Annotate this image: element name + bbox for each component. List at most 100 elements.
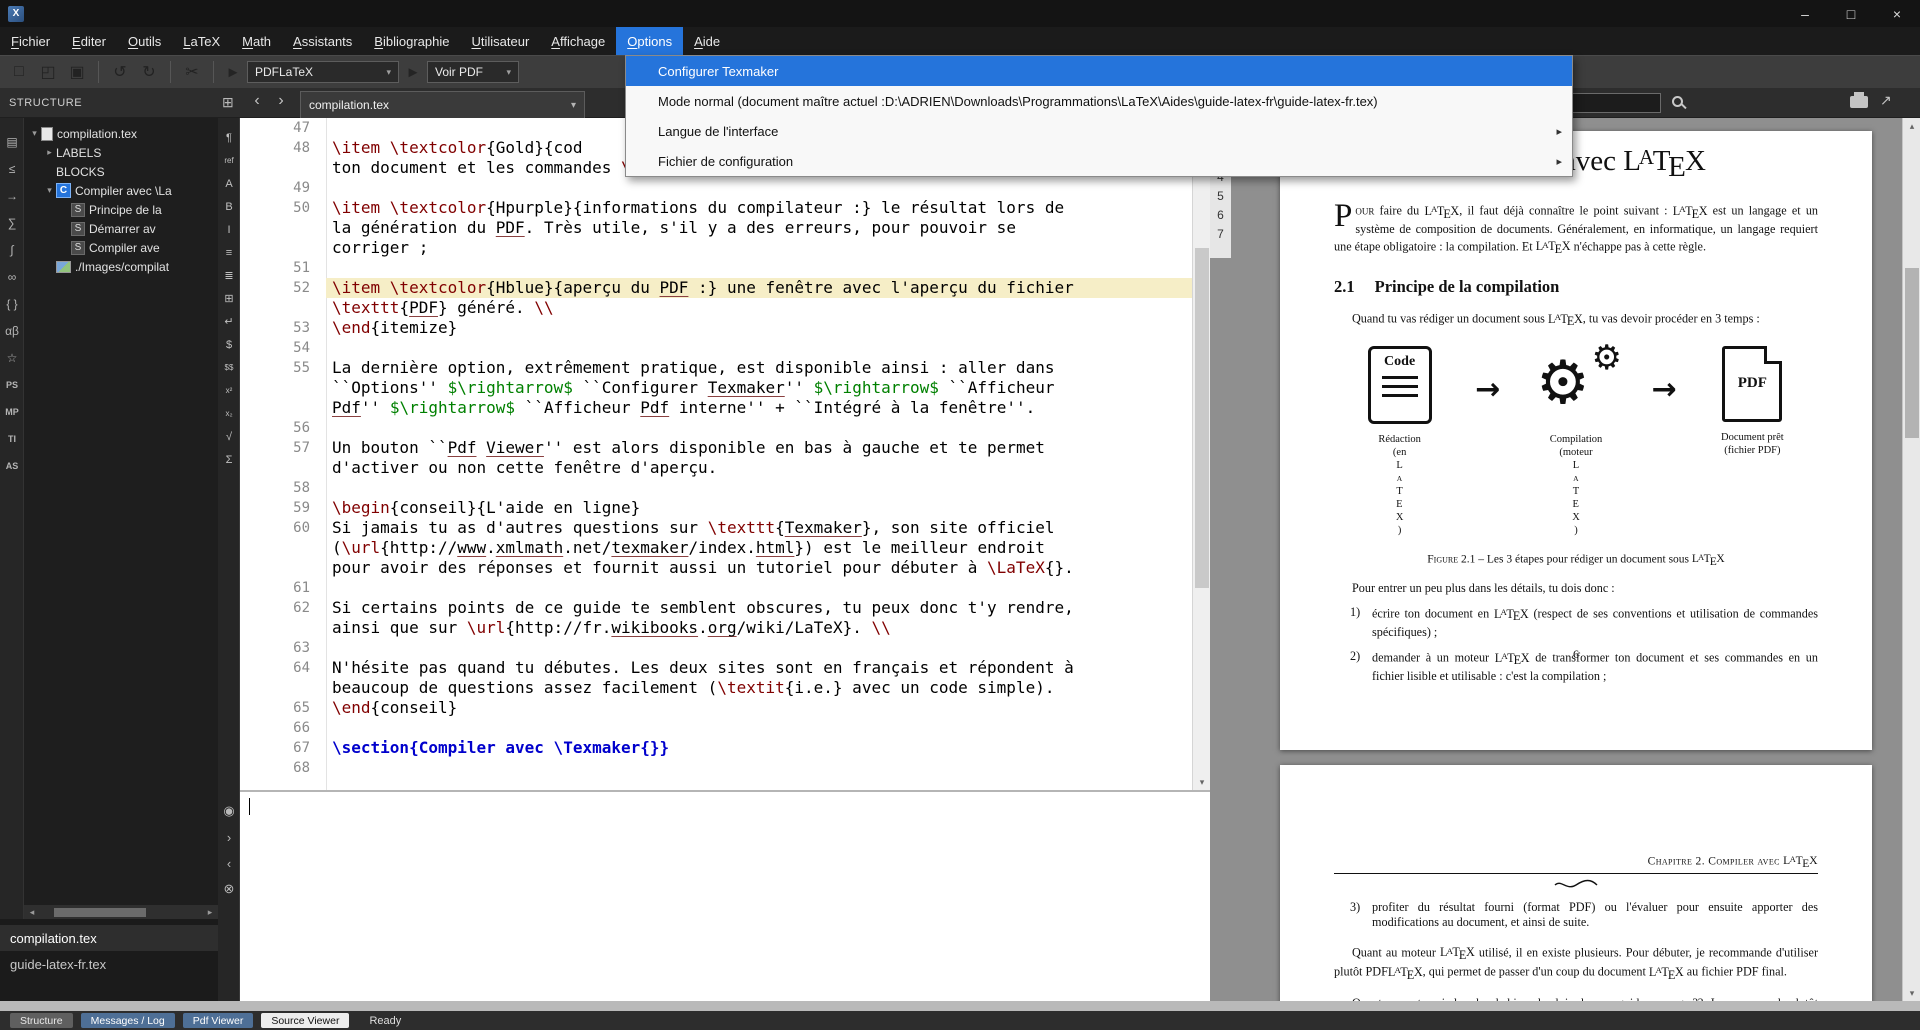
delimiters-icon[interactable]: { } xyxy=(0,290,24,317)
scroll-right-icon[interactable]: ▸ xyxy=(202,907,218,918)
close-log-icon[interactable]: ⊗ xyxy=(218,876,240,902)
integral-symbols-icon[interactable]: ∫ xyxy=(0,236,24,263)
ref-icon[interactable]: ref xyxy=(218,149,240,172)
menu-item-utilisateur[interactable]: Utilisateur xyxy=(460,27,540,55)
editor-line[interactable]: 63 xyxy=(240,638,1192,658)
editor-line[interactable]: ainsi que sur \url{http://fr.wikibooks.o… xyxy=(240,618,1192,638)
run-view-icon[interactable]: ► xyxy=(402,61,424,83)
menu-item-affichage[interactable]: Affichage xyxy=(540,27,616,55)
next-error-icon[interactable]: › xyxy=(218,824,240,850)
paragraph-icon[interactable]: ¶ xyxy=(218,126,240,149)
editor-line[interactable]: beaucoup de questions assez facilement (… xyxy=(240,678,1192,698)
menu-item-latex[interactable]: LaTeX xyxy=(172,27,231,55)
tabular-icon[interactable]: ⊞ xyxy=(218,287,240,310)
pstricks-icon[interactable]: PS xyxy=(0,371,24,398)
open-file-icon[interactable]: ◰ xyxy=(35,59,61,85)
relation-symbols-icon[interactable]: ≤ xyxy=(0,155,24,182)
page-nav-number[interactable]: 5 xyxy=(1210,189,1231,208)
editor-line[interactable]: 56 xyxy=(240,418,1192,438)
editor-line[interactable]: ``Options'' $\rightarrow$ ``Configurer T… xyxy=(240,378,1192,398)
scrollbar-thumb[interactable] xyxy=(1905,268,1919,438)
source-editor[interactable]: 4748\item \textcolor{Gold}{codton docume… xyxy=(240,118,1192,790)
superscript-icon[interactable]: x² xyxy=(218,379,240,402)
external-window-icon[interactable]: ↗ xyxy=(1880,92,1892,109)
editor-line[interactable]: corriger ; xyxy=(240,238,1192,258)
menu-item-bibliographie[interactable]: Bibliographie xyxy=(363,27,460,55)
scrollbar-thumb[interactable] xyxy=(1195,248,1209,588)
editor-line[interactable]: 66 xyxy=(240,718,1192,738)
open-file-item[interactable]: compilation.tex xyxy=(0,925,218,951)
scroll-left-icon[interactable]: ◂ xyxy=(24,907,40,918)
editor-line[interactable]: 57Un bouton ``Pdf Viewer'' est alors dis… xyxy=(240,438,1192,458)
scrollbar-thumb[interactable] xyxy=(54,908,146,917)
arrow-symbols-icon[interactable]: → xyxy=(0,182,24,209)
structure-tree-item[interactable]: ▸LABELS xyxy=(24,143,218,162)
scroll-up-icon[interactable]: ▴ xyxy=(1903,118,1920,134)
editor-line[interactable]: 62Si certains points de ce guide te semb… xyxy=(240,598,1192,618)
editor-line[interactable]: 68 xyxy=(240,758,1192,778)
menu-item-editer[interactable]: Editer xyxy=(61,27,117,55)
editor-line[interactable]: la génération du PDF. Très utile, s'il y… xyxy=(240,218,1192,238)
structure-tab-icon[interactable]: ▤ xyxy=(0,128,24,155)
compile-mode-select[interactable]: PDFLaTeX ▾ xyxy=(247,61,399,83)
undo-icon[interactable]: ↺ xyxy=(107,59,133,85)
structure-toggle-button[interactable]: Structure xyxy=(10,1013,73,1028)
subscript-icon[interactable]: x₂ xyxy=(218,402,240,425)
dropdown-item[interactable]: Configurer Texmaker xyxy=(626,56,1572,86)
sum-icon[interactable]: Σ xyxy=(218,448,240,471)
editor-line[interactable]: pour avoir des réponses et fournit aussi… xyxy=(240,558,1192,578)
menu-item-math[interactable]: Math xyxy=(231,27,282,55)
pdf-viewer-toggle-button[interactable]: Pdf Viewer xyxy=(183,1013,254,1028)
editor-line[interactable]: \texttt{PDF} généré. \\ xyxy=(240,298,1192,318)
redo-icon[interactable]: ↻ xyxy=(136,59,162,85)
page-nav-number[interactable]: 7 xyxy=(1210,227,1231,246)
editor-line[interactable]: 54 xyxy=(240,338,1192,358)
pdf-scrollbar[interactable]: ▴ ▾ xyxy=(1902,118,1920,1001)
newline-icon[interactable]: ↵ xyxy=(218,310,240,333)
structure-tree-item[interactable]: SCompiler ave xyxy=(24,238,218,257)
show-log-icon[interactable]: ◉ xyxy=(218,798,240,824)
itemize-icon[interactable]: ≡ xyxy=(218,241,240,264)
editor-line[interactable]: d'activer ou non cette fenêtre d'aperçu. xyxy=(240,458,1192,478)
structure-h-scrollbar[interactable]: ◂ ▸ xyxy=(24,905,218,919)
enumerate-icon[interactable]: ≣ xyxy=(218,264,240,287)
editor-line[interactable]: 50\item \textcolor{Hpurple}{informations… xyxy=(240,198,1192,218)
tree-expander-icon[interactable]: ▸ xyxy=(43,147,56,158)
scroll-down-icon[interactable]: ▾ xyxy=(1903,985,1920,1001)
source-viewer-toggle-button[interactable]: Source Viewer xyxy=(261,1013,349,1028)
search-icon[interactable] xyxy=(1672,96,1683,107)
editor-line[interactable]: 55La dernière option, extrêmement pratiq… xyxy=(240,358,1192,378)
dropdown-item[interactable]: Fichier de configuration▸ xyxy=(626,146,1572,176)
structure-tree-item[interactable]: BLOCKS xyxy=(24,162,218,181)
maximize-button[interactable]: □ xyxy=(1828,0,1874,27)
favourite-symbols-icon[interactable]: ☆ xyxy=(0,344,24,371)
greek-letters-icon[interactable]: αβ xyxy=(0,317,24,344)
italic-icon[interactable]: I xyxy=(218,218,240,241)
editor-scrollbar[interactable]: ▴ ▾ xyxy=(1192,118,1210,790)
menu-item-options[interactable]: Options xyxy=(616,27,683,55)
grid-icon[interactable]: ⊞ xyxy=(222,94,234,111)
editor-line[interactable]: 65\end{conseil} xyxy=(240,698,1192,718)
view-mode-select[interactable]: Voir PDF ▾ xyxy=(427,61,519,83)
asymptote-icon[interactable]: AS xyxy=(0,452,24,479)
sum-symbols-icon[interactable]: ∑ xyxy=(0,209,24,236)
tree-expander-icon[interactable]: ▾ xyxy=(43,185,56,196)
editor-line[interactable]: 49 xyxy=(240,178,1192,198)
editor-tab[interactable]: compilation.tex ▾ xyxy=(300,91,585,118)
close-button[interactable]: × xyxy=(1874,0,1920,27)
editor-line[interactable]: 61 xyxy=(240,578,1192,598)
metapost-icon[interactable]: MP xyxy=(0,398,24,425)
dropdown-item[interactable]: Langue de l'interface▸ xyxy=(626,116,1572,146)
open-file-item[interactable]: guide-latex-fr.tex xyxy=(0,951,218,977)
tree-expander-icon[interactable]: ▾ xyxy=(28,128,41,139)
editor-line[interactable]: 53\end{itemize} xyxy=(240,318,1192,338)
editor-line[interactable]: 52\item \textcolor{Hblue}{aperçu du PDF … xyxy=(240,278,1192,298)
bold-icon[interactable]: B xyxy=(218,195,240,218)
save-file-icon[interactable]: ▣ xyxy=(64,59,90,85)
tab-prev-icon[interactable]: ‹ xyxy=(248,92,266,110)
font-icon[interactable]: A xyxy=(218,172,240,195)
editor-line[interactable]: (\url{http://www.xmlmath.net/texmaker/in… xyxy=(240,538,1192,558)
editor-line[interactable]: 64N'hésite pas quand tu débutes. Les deu… xyxy=(240,658,1192,678)
structure-tree-item[interactable]: SDémarrer av xyxy=(24,219,218,238)
new-file-icon[interactable]: □ xyxy=(6,59,32,85)
